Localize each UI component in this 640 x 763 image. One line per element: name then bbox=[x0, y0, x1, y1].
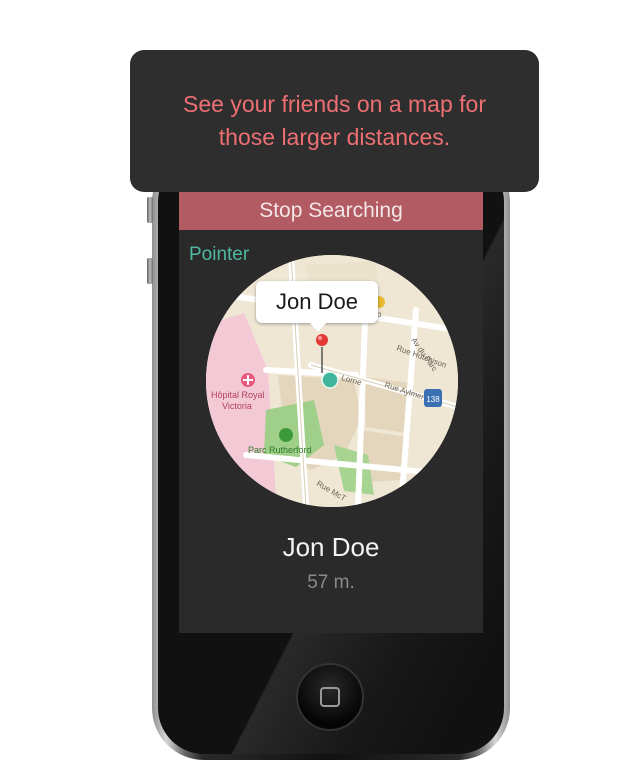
map-pin-callout[interactable]: Jon Doe bbox=[256, 281, 378, 332]
map-pin-icon[interactable] bbox=[316, 334, 328, 346]
home-button[interactable] bbox=[296, 663, 364, 731]
volume-up-button bbox=[147, 197, 153, 223]
hospital-label-line2: Victoria bbox=[222, 401, 252, 411]
friend-distance: 57 m. bbox=[307, 572, 355, 593]
app-stage: Stop Searching Pointer 138 Hôpital Royal… bbox=[0, 0, 640, 763]
park-icon bbox=[279, 428, 293, 442]
friend-name: Jon Doe bbox=[282, 532, 380, 562]
hospital-label: Hôpital Royal bbox=[211, 390, 265, 400]
park-label: Parc Rutherford bbox=[248, 445, 312, 455]
map-pin-highlight bbox=[318, 336, 322, 340]
tooltip-text: See your friends on a map for those larg… bbox=[183, 91, 486, 150]
home-button-icon bbox=[320, 687, 340, 707]
phone-screen: Stop Searching Pointer 138 Hôpital Royal… bbox=[179, 192, 483, 633]
user-location-icon bbox=[321, 371, 339, 389]
stop-searching-button[interactable]: Stop Searching bbox=[179, 192, 483, 230]
route-shield-label: 138 bbox=[426, 395, 440, 404]
volume-down-button bbox=[147, 258, 153, 284]
onboarding-tooltip: See your friends on a map for those larg… bbox=[130, 50, 539, 192]
